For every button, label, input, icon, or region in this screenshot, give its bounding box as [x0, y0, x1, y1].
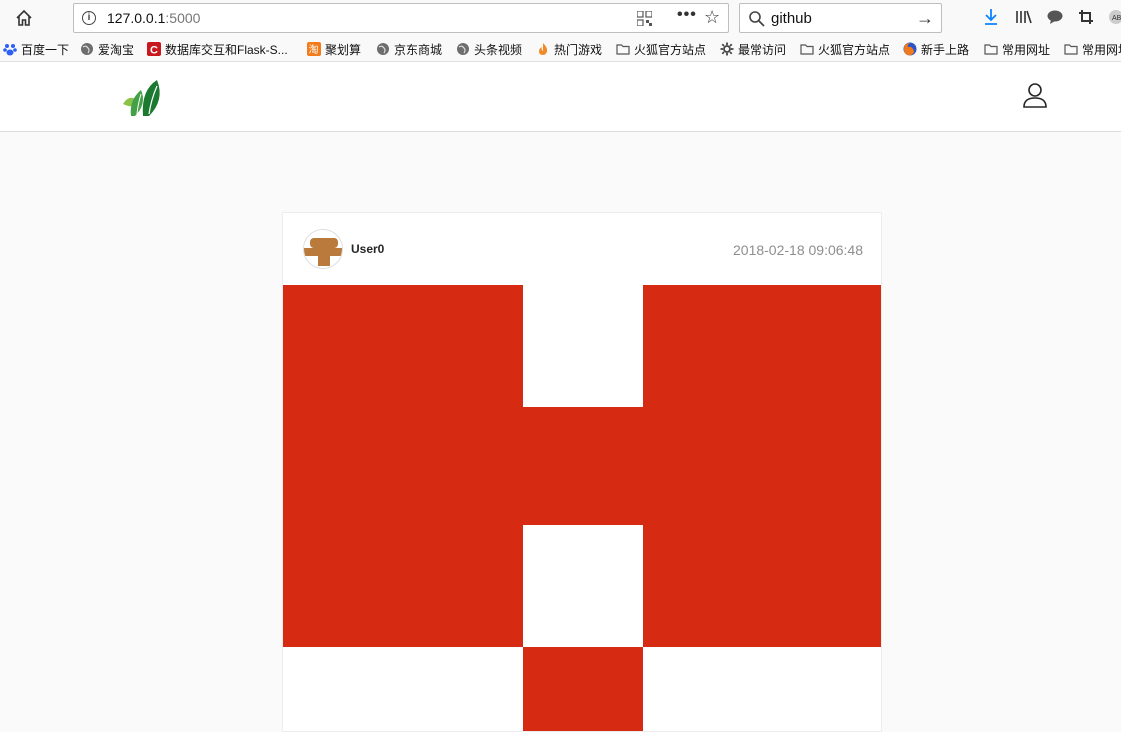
globe-icon [377, 43, 389, 55]
chat-icon[interactable] [1044, 6, 1066, 28]
svg-text:淘: 淘 [309, 43, 319, 56]
image-block [523, 647, 643, 731]
page-actions-icon[interactable]: ••• [677, 6, 697, 24]
bookmark-item[interactable]: 火狐官方站点 [616, 40, 706, 58]
svg-text:AB: AB [1112, 15, 1121, 22]
bookmark-item[interactable]: 京东商城 [376, 40, 442, 58]
library-icon[interactable] [1013, 6, 1035, 28]
search-bar[interactable]: github → [739, 3, 942, 33]
baidu-icon [3, 44, 17, 56]
bookmark-item[interactable]: 头条视频 [456, 40, 522, 58]
taobao-icon: 淘 [307, 42, 321, 56]
folder-icon [1064, 44, 1078, 55]
bookmark-star-icon[interactable]: ☆ [704, 7, 720, 28]
svg-text:C: C [150, 45, 158, 57]
search-query[interactable]: github [771, 10, 812, 27]
firefox-icon [903, 42, 917, 56]
bookmark-item[interactable]: 火狐官方站点 [800, 40, 890, 58]
post-header: User0 2018-02-18 09:06:48 [283, 213, 881, 285]
folder-icon [984, 44, 998, 55]
bookmark-item[interactable]: 常用网址 [984, 40, 1050, 58]
bookmark-item[interactable]: C 数据库交互和Flask-S... [147, 40, 288, 58]
avatar[interactable] [303, 229, 343, 269]
bookmark-item[interactable]: 新手上路 [903, 40, 969, 58]
leaf-logo-icon[interactable] [121, 76, 165, 120]
gear-icon [720, 42, 734, 56]
bookmark-item[interactable]: 淘 聚划算 [307, 40, 361, 58]
bookmark-item[interactable]: 爱淘宝 [80, 40, 134, 58]
browser-toolbar: i 127.0.0.1:5000 ••• ☆ github → AB [0, 0, 1121, 36]
crop-icon[interactable] [1075, 6, 1097, 28]
search-go-icon[interactable]: → [916, 8, 934, 29]
url-text[interactable]: 127.0.0.1:5000 [107, 10, 200, 26]
globe-icon [81, 43, 93, 55]
flame-icon [539, 43, 548, 55]
bookmark-item[interactable]: 热门游戏 [536, 40, 602, 58]
bookmarks-bar: 百度一下 爱淘宝 C 数据库交互和Flask-S... 淘 聚划算 京东商城 头… [0, 36, 1121, 62]
site-header [0, 62, 1121, 132]
image-block [763, 525, 881, 647]
search-icon [749, 11, 765, 27]
home-icon[interactable] [12, 6, 36, 30]
qr-code-icon[interactable] [637, 11, 652, 26]
globe-icon [457, 43, 469, 55]
image-block [283, 525, 403, 647]
image-block [523, 407, 643, 525]
bookmark-item[interactable]: 最常访问 [720, 40, 786, 58]
post-image[interactable] [283, 285, 882, 732]
post-username[interactable]: User0 [351, 242, 384, 256]
csdn-icon: C [147, 42, 161, 56]
download-icon[interactable] [980, 6, 1002, 28]
user-profile-icon[interactable] [1021, 81, 1049, 109]
url-bar[interactable]: i 127.0.0.1:5000 ••• ☆ [73, 3, 729, 33]
extension-icon[interactable]: AB [1105, 6, 1121, 28]
post-timestamp: 2018-02-18 09:06:48 [733, 242, 863, 258]
folder-icon [800, 44, 814, 55]
folder-icon [616, 44, 630, 55]
site-info-icon[interactable]: i [82, 11, 96, 25]
bookmark-item[interactable]: 常用网址 [1064, 40, 1121, 58]
bookmark-item[interactable]: 百度一下 [3, 40, 69, 58]
post-card: User0 2018-02-18 09:06:48 [282, 212, 882, 732]
